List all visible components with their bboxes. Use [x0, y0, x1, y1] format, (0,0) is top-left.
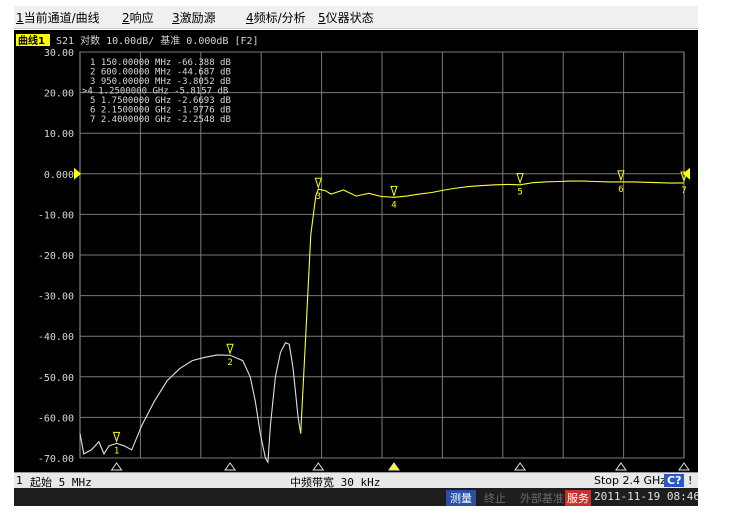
instrument-display: 30.00 20.00 10.00 0.000 -10.00 -20.00 -30.00 -4…	[14, 30, 698, 506]
stop-status: 终止	[484, 492, 506, 505]
menu-item-label: 激励源	[179, 11, 216, 25]
marker-label: 1	[114, 446, 119, 456]
marker-table-row: 3 950.00000 MHz -3.8052 dB	[90, 77, 231, 87]
menu-item-label: 响应	[129, 11, 154, 25]
marker-label: 4	[391, 200, 396, 210]
marker-label: 5	[517, 188, 522, 198]
axis-marker	[614, 462, 627, 471]
axis-marker	[224, 462, 237, 471]
menu-item-3[interactable]: 3激励源	[172, 9, 216, 26]
marker-label: 7	[681, 186, 686, 196]
axis-marker	[110, 462, 123, 471]
stop-frequency[interactable]: Stop 2.4 GHz	[594, 474, 666, 487]
axis-marker	[514, 462, 527, 471]
datetime: 2011-11-19 08:46	[594, 490, 700, 503]
marker-triangle	[617, 170, 625, 182]
axis-marker	[312, 462, 325, 471]
channel-number: 1	[16, 474, 23, 487]
y-tick-label: -60.00	[38, 413, 74, 424]
menu-item-4[interactable]: 4频标/分析	[246, 9, 306, 26]
y-tick-label: -30.00	[38, 292, 74, 303]
marker-triangle	[390, 185, 398, 197]
bottom-status-bar: 测量 终止 外部基准 服务 2011-11-19 08:46	[14, 488, 700, 506]
menu-item-key: 2	[122, 11, 130, 25]
menu-item-label: 频标/分析	[253, 11, 306, 25]
trace-line-passband	[300, 180, 685, 434]
menu-bar: 1当前通道/曲线 2响应 3激励源 4频标/分析 5仪器状态	[14, 6, 698, 29]
menu-item-label: 仪器状态	[325, 11, 374, 25]
marker-label: 3	[316, 192, 321, 202]
trace-label: 曲线1	[18, 34, 45, 47]
menu-item-1[interactable]: 1当前通道/曲线	[16, 9, 100, 26]
service-status: 服务	[565, 490, 591, 506]
marker-table-row: 2 600.00000 MHz -44.687 dB	[90, 68, 231, 78]
marker-triangle	[516, 173, 524, 185]
trace-header-text: S21 对数 10.00dB/ 基准 0.000dB [F2]	[56, 34, 259, 47]
y-tick-label: -40.00	[38, 332, 74, 343]
y-tick-label: -20.00	[38, 251, 74, 262]
menu-item-key: 1	[16, 11, 24, 25]
menu-item-2[interactable]: 2响应	[122, 9, 154, 26]
menu-item-key: 3	[172, 11, 180, 25]
correction-badge: C?	[664, 474, 685, 487]
marker-label: 6	[618, 185, 623, 195]
marker-table-row: 5 1.7500000 GHz -2.6693 dB	[90, 96, 231, 106]
y-tick-label: 20.00	[44, 89, 74, 100]
marker-triangle	[226, 343, 234, 355]
ext-ref-status: 外部基准	[520, 492, 564, 505]
marker-triangle	[112, 431, 121, 443]
meas-status: 测量	[446, 490, 476, 506]
trace-line-stopband	[79, 341, 302, 464]
menu-item-key: 4	[246, 11, 254, 25]
trace-chart: 30.00 20.00 10.00 0.000 -10.00 -20.00 -30.00 -4…	[16, 34, 690, 471]
y-tick-label: 10.00	[44, 129, 74, 140]
axis-marker	[678, 462, 690, 471]
marker-label: 2	[227, 358, 232, 368]
axis-marker	[388, 462, 400, 471]
channel-status-bar: 1 起始 5 MHz 中频带宽 30 kHz Stop 2.4 GHz C? !	[14, 472, 698, 489]
menu-item-label: 当前通道/曲线	[23, 11, 100, 25]
y-tick-label: -70.00	[38, 454, 74, 465]
menu-item-key: 5	[318, 11, 326, 25]
warning-indicator: !	[688, 474, 693, 487]
menu-item-5[interactable]: 5仪器状态	[318, 9, 374, 26]
marker-table-row: 7 2.4000000 GHz -2.2548 dB	[90, 115, 231, 125]
marker-table-row: >4 1.2500000 GHz -5.8157 dB	[82, 87, 228, 97]
marker-table-row: 6 2.1500000 GHz -1.9776 dB	[90, 106, 231, 116]
y-tick-label: -10.00	[38, 210, 74, 221]
marker-triangle	[314, 177, 323, 189]
y-tick-label: -50.00	[38, 373, 74, 384]
marker-table-row: 1 150.00000 MHz -66.388 dB	[90, 58, 231, 68]
y-tick-label: 30.00	[44, 48, 74, 59]
y-tick-label: 0.000	[44, 170, 74, 181]
